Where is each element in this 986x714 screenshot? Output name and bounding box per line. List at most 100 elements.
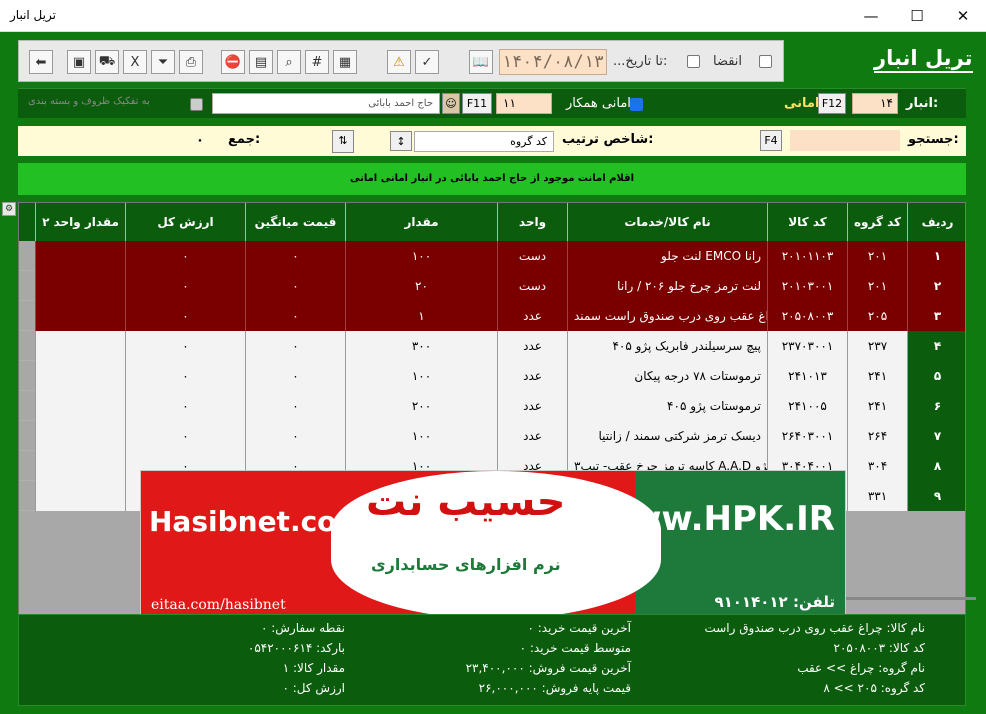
cell-product-code: ۲۶۴۰۳۰۰۱ <box>767 421 847 451</box>
cell-total-value: ۰ <box>125 271 245 301</box>
header-avg-price[interactable]: قیمت میانگین <box>245 203 345 241</box>
advertisement-banner[interactable]: Hasibnet.com eitaa.com/hasibnet حسیب نت … <box>140 470 846 618</box>
search-input[interactable] <box>790 130 900 151</box>
grid-settings-icon[interactable]: ⚙ <box>2 202 16 216</box>
header-quantity[interactable]: مقدار <box>345 203 497 241</box>
partner-f11-button[interactable]: F11 <box>462 93 492 114</box>
cell-product-code: ۲۴۱۰۱۳ <box>767 361 847 391</box>
worker-icon[interactable]: ⚠ <box>387 50 411 74</box>
header-product-code[interactable]: کد کالا <box>767 203 847 241</box>
table-row[interactable]: ۲ ۲۰۱ ۲۰۱۰۳۰۰۱ لنت ترمز چرخ جلو ۲۰۶ / رانا د… <box>19 271 965 301</box>
cell-total-value: ۰ <box>125 361 245 391</box>
warehouse-f12-button[interactable]: F12 <box>818 93 846 114</box>
cell-qty2 <box>35 451 125 481</box>
sort-az-icon[interactable]: ↕ <box>390 131 412 151</box>
check-icon[interactable]: ✓ <box>415 50 439 74</box>
cell-quantity: ۱۰۰ <box>345 361 497 391</box>
table-row[interactable]: ۳ ۲۰۵ ۲۰۵۰۸۰۰۳ چراغ عقب روی درب صندوق راست … <box>19 301 965 331</box>
cell-product-name: لنت جلو EMCO رانا <box>567 241 767 271</box>
to-date-checkbox[interactable] <box>687 55 700 68</box>
separate-packaging-checkbox[interactable] <box>190 98 203 111</box>
table-row[interactable]: ۶ ۲۴۱ ۲۴۱۰۰۵ ترموستات پژو ۴۰۵ عدد ۲۰۰ ۰ ۰ <box>19 391 965 421</box>
cell-group-code: ۲۴۱ <box>847 391 907 421</box>
grid-icon[interactable]: ▦ <box>333 50 357 74</box>
cell-group-code: ۲۳۷ <box>847 331 907 361</box>
cell-unit: عدد <box>497 421 567 451</box>
cell-total-value: ۰ <box>125 421 245 451</box>
cell-row-num: ۱ <box>907 241 965 271</box>
partner-avatar-icon[interactable]: ☺ <box>442 93 460 114</box>
info-group-name: نام گروه: چراغ >> عقب <box>797 661 925 675</box>
header-row-num[interactable]: ردیف <box>907 203 965 241</box>
cell-qty2 <box>35 301 125 331</box>
to-date-field[interactable]: ۱۴۰۴/۰۸/۱۳ <box>499 49 607 75</box>
info-group-code: کد گروه: ۲۰۵ >> ۸ <box>823 681 925 695</box>
cell-product-code: ۲۰۱۰۱۱۰۳ <box>767 241 847 271</box>
cell-unit: عدد <box>497 331 567 361</box>
search-row: ۰ جمع: ⇅ ↕ کد گروه شاخص ترتیب: F4 جستجو: <box>18 126 966 156</box>
search-doc-icon[interactable]: ⌕ <box>277 50 301 74</box>
table-row[interactable]: ۱ ۲۰۱ ۲۰۱۰۱۱۰۳ لنت جلو EMCO رانا دست ۱۰۰ ۰ ۰ <box>19 241 965 271</box>
book-icon[interactable]: 📖 <box>469 50 493 74</box>
document-icon[interactable]: ▤ <box>249 50 273 74</box>
separate-packaging-label: به تفکیک ظروف و بسته بندی <box>28 96 150 107</box>
print-icon[interactable]: ⎙ <box>179 50 203 74</box>
back-arrow-icon[interactable]: ⬅ <box>29 50 53 74</box>
excel-icon[interactable]: X <box>123 50 147 74</box>
warehouse-number-field[interactable]: ۱۴ <box>852 93 898 114</box>
table-row[interactable]: ۴ ۲۳۷ ۲۳۷۰۳۰۰۱ پیچ سرسیلندر فابریک پژو ۴۰۵ ع… <box>19 331 965 361</box>
info-last-sell: آخرین قیمت فروش: ۲۳,۴۰۰,۰۰۰ <box>465 661 631 675</box>
warehouse-label: انبار: <box>906 96 939 111</box>
ad-eitaa-text: eitaa.com/hasibnet <box>151 597 286 613</box>
sort-select[interactable]: کد گروه <box>414 131 554 152</box>
search-f4-button[interactable]: F4 <box>760 130 782 151</box>
close-button[interactable]: ✕ <box>940 0 986 32</box>
header-qty2[interactable]: مقدار واحد ۲ <box>35 203 125 241</box>
info-product-code: کد کالا: ۲۰۵۰۸۰۰۳ <box>833 641 925 655</box>
cell-row-num: ۴ <box>907 331 965 361</box>
hash-button[interactable]: # <box>305 50 329 74</box>
ad-subtitle: نرم افزارهای حسابداری <box>371 555 561 574</box>
header-group-code[interactable]: کد گروه <box>847 203 907 241</box>
info-avg-buy: متوسط قیمت خرید: ۰ <box>519 641 631 655</box>
partner-name-select[interactable]: حاج احمد بابائی <box>212 93 440 114</box>
cell-quantity: ۳۰۰ <box>345 331 497 361</box>
item-info-panel: نام کالا: چراغ عقب روی درب صندوق راست کد… <box>18 614 966 706</box>
table-row[interactable]: ۵ ۲۴۱ ۲۴۱۰۱۳ ترموستات ۷۸ درجه پیکان عدد ۱۰۰ ۰ ۰ <box>19 361 965 391</box>
table-row[interactable]: ۷ ۲۶۴ ۲۶۴۰۳۰۰۱ دیسک ترمز شرکتی سمند / زانتی… <box>19 421 965 451</box>
cell-row-num: ۶ <box>907 391 965 421</box>
cell-total-value: ۰ <box>125 331 245 361</box>
maximize-button[interactable]: ☐ <box>894 0 940 32</box>
truck-icon[interactable]: ⛟ <box>95 50 119 74</box>
header-total-value[interactable]: ارزش کل <box>125 203 245 241</box>
sort-label: شاخص ترتیب: <box>562 132 654 147</box>
cell-group-code: ۳۳۱ <box>847 481 907 511</box>
cell-row-num: ۸ <box>907 451 965 481</box>
cell-row-num: ۹ <box>907 481 965 511</box>
partner-code-field[interactable]: ۱۱ <box>496 93 552 114</box>
header-unit[interactable]: واحد <box>497 203 567 241</box>
minimize-button[interactable]: — <box>848 0 894 32</box>
partner-checkbox[interactable] <box>630 98 643 111</box>
cell-group-code: ۳۰۴ <box>847 451 907 481</box>
cell-quantity: ۲۰۰ <box>345 391 497 421</box>
save-icon[interactable]: ▣ <box>67 50 91 74</box>
cell-unit: دست <box>497 271 567 301</box>
cell-total-value: ۰ <box>125 391 245 421</box>
info-banner: اقلام امانت موجود از حاج احمد بابائی در … <box>18 163 966 195</box>
header-product-name[interactable]: نام کالا/خدمات <box>567 203 767 241</box>
cell-quantity: ۱ <box>345 301 497 331</box>
partner-label: امانی همکار: <box>566 96 635 111</box>
form-title: تریل انبار <box>874 46 973 73</box>
stop-icon[interactable]: ⛔ <box>221 50 245 74</box>
toolbar: ⬅ ▣ ⛟ X ⏷ ⎙ ⛔ ▤ ⌕ # ▦ ⚠ ✓ 📖 ۱۴۰۴/۰۸/۱۳ .… <box>18 40 784 82</box>
title-bar: تریل انبار — ☐ ✕ <box>0 0 986 32</box>
ad-phone-text: تلفن: ۹۱۰۱۴۰۱۲ <box>714 593 835 611</box>
expire-checkbox[interactable] <box>759 55 772 68</box>
filter-icon[interactable]: ⏷ <box>151 50 175 74</box>
info-last-buy: آخرین قیمت خرید: ۰ <box>527 621 631 635</box>
sort-apply-icon[interactable]: ⇅ <box>332 130 354 153</box>
cell-product-name: ترموستات ۷۸ درجه پیکان <box>567 361 767 391</box>
info-reorder: نقطه سفارش: ۰ <box>260 621 345 635</box>
cell-product-name: لنت ترمز چرخ جلو ۲۰۶ / رانا <box>567 271 767 301</box>
